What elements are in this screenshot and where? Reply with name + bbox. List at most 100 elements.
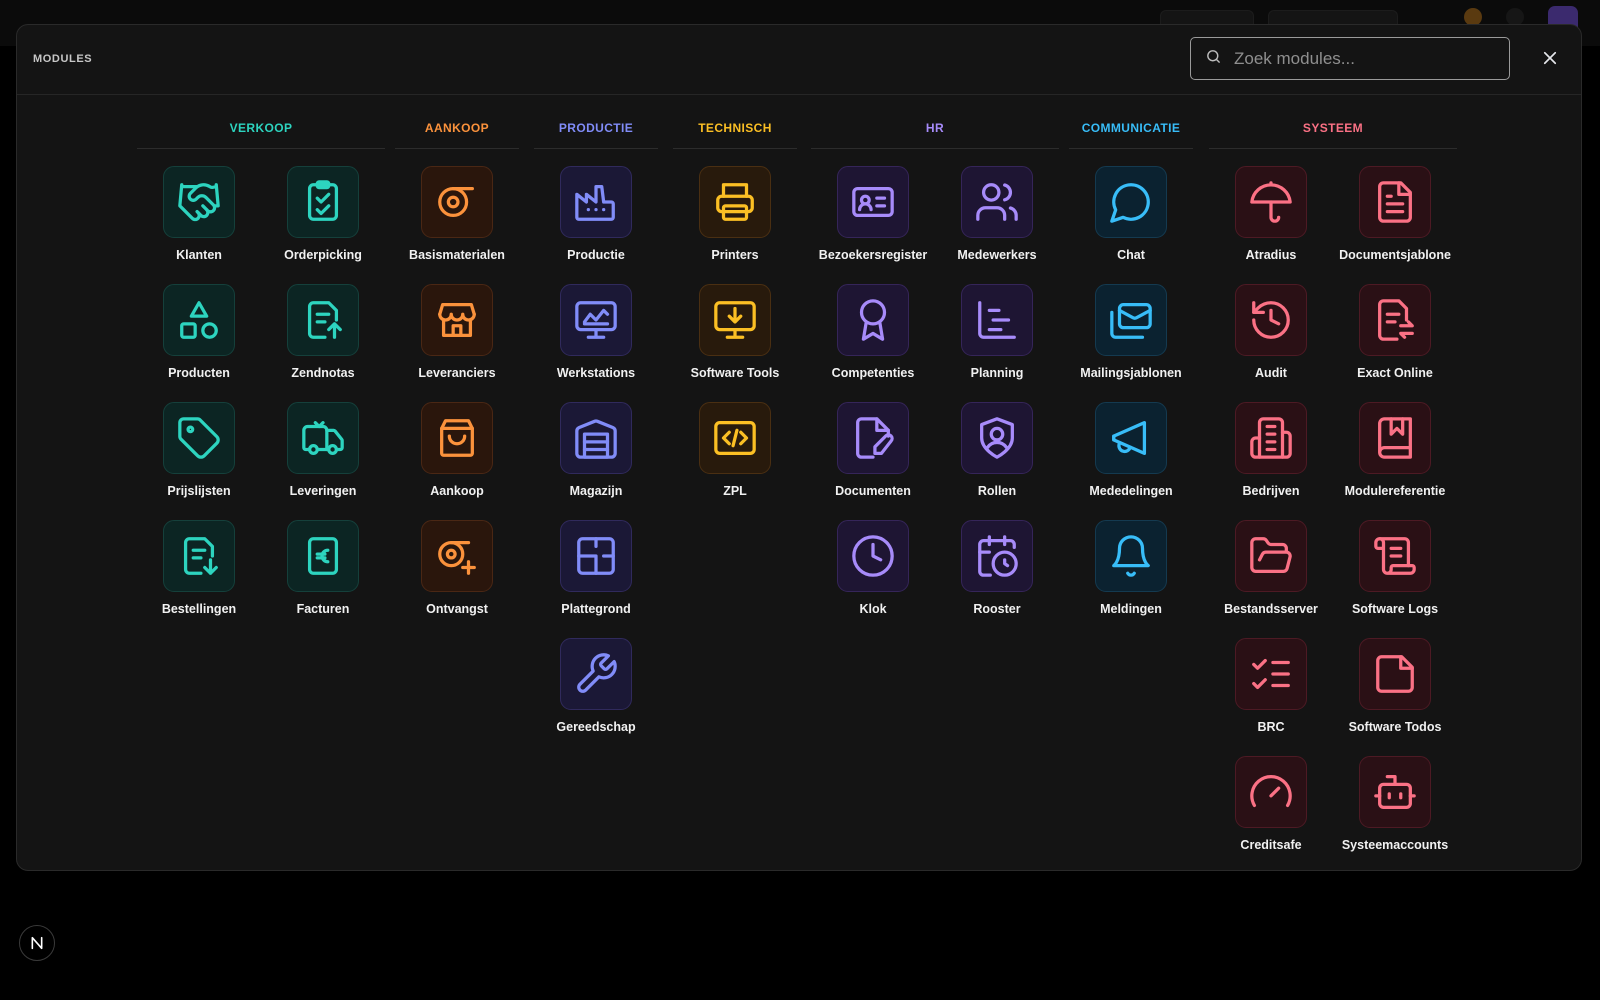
module-tile-leveringen[interactable]: Leveringen [261,402,385,520]
mails-icon [1095,284,1167,356]
module-tile-klok[interactable]: Klok [811,520,935,638]
module-tile-mailingsjablonen[interactable]: Mailingsjablonen [1069,284,1193,402]
module-tile-basismaterialen[interactable]: Basismaterialen [395,166,519,284]
printer-icon [699,166,771,238]
module-grid: Bezoekersregister Competenties Documenten K… [811,166,1059,638]
module-tile-bestandsserver[interactable]: Bestandsserver [1209,520,1333,638]
group-communicatie: COMMUNICATIE Chat Mailingsjablonen Mededeli… [1069,121,1193,638]
euro-receipt-icon [287,520,359,592]
module-tile-documentsjablone[interactable]: Documentsjablone [1333,166,1457,284]
module-tile-medewerkers[interactable]: Medewerkers [935,166,1059,284]
group-title-technisch: TECHNISCH [673,121,797,149]
module-tile-software-todos[interactable]: Software Todos [1333,638,1457,756]
module-grid: Klanten Producten Prijslijsten Bestellingen… [137,166,385,638]
module-tile-software-logs[interactable]: Software Logs [1333,520,1457,638]
module-tile-software-tools[interactable]: Software Tools [673,284,797,402]
module-column: Orderpicking Zendnotas Leveringen Facturen [261,166,385,638]
module-grid: Atradius Audit Bedrijven Bestandsserver BRC C… [1209,166,1457,874]
shopping-bag-icon [421,402,493,474]
file-download-icon [163,520,235,592]
module-label: Ontvangst [426,602,488,616]
close-icon [1541,49,1559,72]
module-column: Productie Werkstations Magazijn Plattegrond… [534,166,658,756]
module-label: ZPL [723,484,747,498]
message-circle-icon [1095,166,1167,238]
module-tile-documenten[interactable]: Documenten [811,402,935,520]
module-tile-modulereferentie[interactable]: Modulereferentie [1333,402,1457,520]
module-tile-zpl[interactable]: ZPL [673,402,797,520]
module-tile-atradius[interactable]: Atradius [1209,166,1333,284]
module-tile-planning[interactable]: Planning [935,284,1059,402]
module-tile-producten[interactable]: Producten [137,284,261,402]
gauge-icon [1235,756,1307,828]
module-tile-gereedschap[interactable]: Gereedschap [534,638,658,756]
module-label: Atradius [1245,248,1297,262]
module-label: Basismaterialen [409,248,505,262]
module-tile-brc[interactable]: BRC [1209,638,1333,756]
bot-icon [1359,756,1431,828]
module-tile-klanten[interactable]: Klanten [137,166,261,284]
module-tile-bestellingen[interactable]: Bestellingen [137,520,261,638]
module-label: Bestellingen [161,602,237,616]
monitor-chart-icon [560,284,632,356]
module-tile-bezoekersregister[interactable]: Bezoekersregister [811,166,935,284]
module-label: Modulereferentie [1344,484,1446,498]
module-tile-orderpicking[interactable]: Orderpicking [261,166,385,284]
module-tile-chat[interactable]: Chat [1069,166,1193,284]
module-label: Klanten [176,248,222,262]
search-box[interactable] [1190,37,1510,80]
module-tile-competenties[interactable]: Competenties [811,284,935,402]
sticky-note-icon [1359,638,1431,710]
group-title-productie: PRODUCTIE [534,121,658,149]
shield-user-icon [961,402,1033,474]
module-tile-mededelingen[interactable]: Mededelingen [1069,402,1193,520]
module-grid: Basismaterialen Leveranciers Aankoop Ontvan… [395,166,519,638]
module-label: Leveringen [289,484,357,498]
module-tile-bedrijven[interactable]: Bedrijven [1209,402,1333,520]
module-label: Facturen [296,602,350,616]
module-tile-leveranciers[interactable]: Leveranciers [395,284,519,402]
module-label: Medewerkers [957,248,1037,262]
n-logo-badge[interactable] [19,925,55,961]
module-tile-productie[interactable]: Productie [534,166,658,284]
search-input[interactable] [1232,47,1496,70]
module-label: Werkstations [556,366,636,380]
search-icon [1205,48,1222,70]
group-title-communicatie: COMMUNICATIE [1069,121,1193,149]
tags-icon [163,402,235,474]
module-tile-prijslijsten[interactable]: Prijslijsten [137,402,261,520]
close-button[interactable] [1537,47,1563,73]
file-swap-icon [1359,284,1431,356]
module-column: Atradius Audit Bedrijven Bestandsserver BRC C… [1209,166,1333,874]
panel-title: MODULES [33,53,93,65]
module-tile-rollen[interactable]: Rollen [935,402,1059,520]
module-tile-facturen[interactable]: Facturen [261,520,385,638]
floorplan-icon [560,520,632,592]
module-label: Zendnotas [291,366,355,380]
module-tile-printers[interactable]: Printers [673,166,797,284]
module-tile-audit[interactable]: Audit [1209,284,1333,402]
module-tile-meldingen[interactable]: Meldingen [1069,520,1193,638]
group-title-verkoop: VERKOOP [137,121,385,149]
module-tile-systeemaccounts[interactable]: Systeemaccounts [1333,756,1457,874]
module-label: Audit [1255,366,1287,380]
module-tile-plattegrond[interactable]: Plattegrond [534,520,658,638]
module-tile-exact-online[interactable]: Exact Online [1333,284,1457,402]
module-tile-ontvangst[interactable]: Ontvangst [395,520,519,638]
file-text-icon [1359,166,1431,238]
group-title-hr: HR [811,121,1059,149]
umbrella-icon [1235,166,1307,238]
module-tile-zendnotas[interactable]: Zendnotas [261,284,385,402]
material-roll-icon [421,166,493,238]
module-tile-aankoop[interactable]: Aankoop [395,402,519,520]
delivery-truck-icon [287,402,359,474]
module-grid: Printers Software Tools ZPL [673,166,797,520]
module-tile-werkstations[interactable]: Werkstations [534,284,658,402]
module-label: Klok [859,602,887,616]
module-label: Mailingsjablonen [1080,366,1182,380]
module-tile-creditsafe[interactable]: Creditsafe [1209,756,1333,874]
module-label: Systeemaccounts [1341,838,1449,852]
module-tile-rooster[interactable]: Rooster [935,520,1059,638]
module-label: Aankoop [430,484,484,498]
module-tile-magazijn[interactable]: Magazijn [534,402,658,520]
